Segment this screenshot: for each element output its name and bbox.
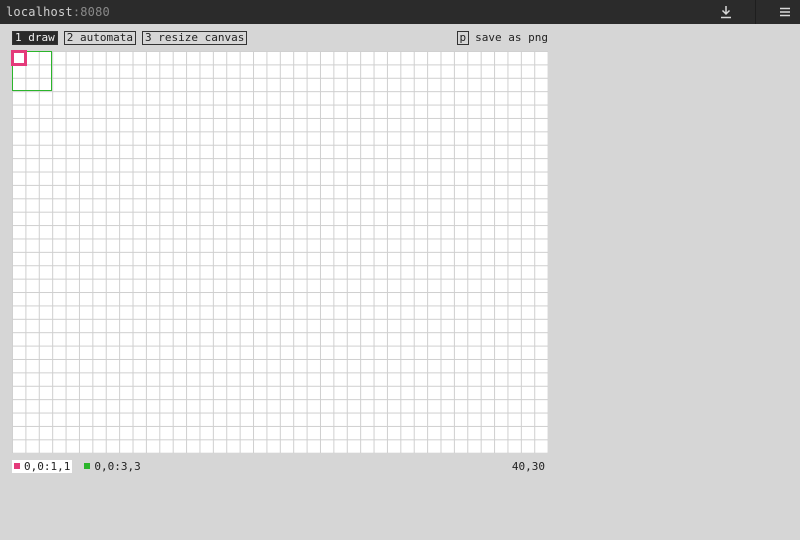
save-as-png: p save as png [456, 31, 548, 45]
secondary-selection-readout: 0,0:3,3 [82, 460, 142, 473]
drawing-canvas-grid[interactable] [11, 50, 548, 453]
port-text: :8080 [72, 5, 110, 19]
pink-swatch [14, 463, 20, 469]
primary-cursor-box [11, 50, 27, 66]
hamburger-menu-icon-glyph [780, 7, 790, 17]
status-bar: 0,0:1,1 0,0:3,3 40,30 [12, 459, 548, 473]
hamburger-menu-icon[interactable] [770, 0, 800, 24]
mode-tabs: 1 draw 2 automata 3 resize canvas [12, 31, 248, 45]
canvas-dimensions: 40,30 [511, 459, 545, 473]
tab-automata[interactable]: 2 automata [63, 31, 136, 45]
primary-selection-readout: 0,0:1,1 [12, 459, 73, 473]
secondary-selection-text: 0,0:3,3 [94, 459, 141, 473]
tab-resize-canvas[interactable]: 3 resize canvas [141, 31, 248, 45]
host-text: localhost [6, 5, 73, 19]
tab-draw[interactable]: 1 draw [12, 31, 58, 45]
primary-selection-text: 0,0:1,1 [24, 459, 71, 473]
green-swatch [84, 463, 91, 469]
toolbar-divider [755, 0, 756, 24]
address-display[interactable]: localhost:8080 [0, 5, 110, 19]
browser-bar: localhost:8080 [0, 0, 800, 24]
save-label[interactable]: save as png [475, 32, 548, 44]
download-icon[interactable] [711, 0, 741, 24]
save-shortcut-key[interactable]: p [456, 31, 470, 45]
browser-actions [711, 0, 800, 24]
download-icon-glyph [721, 6, 731, 19]
